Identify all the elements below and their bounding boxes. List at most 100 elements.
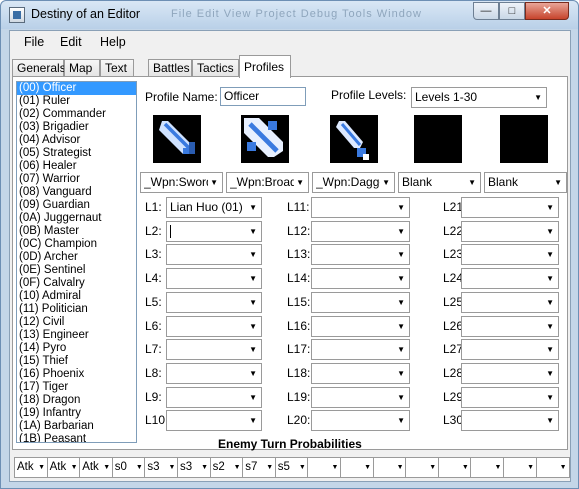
level-select[interactable] [311, 386, 410, 408]
level-select[interactable] [166, 339, 262, 361]
level-select[interactable] [311, 220, 410, 242]
menu-file[interactable]: File [24, 35, 44, 49]
list-item[interactable]: (10) Admiral [17, 290, 136, 303]
list-item[interactable]: (00) Officer [17, 82, 136, 95]
weapon-select[interactable]: _Wpn:Sword [140, 172, 223, 193]
level-select[interactable]: Lian Huo (01) [166, 197, 262, 218]
maximize-button[interactable]: □ [499, 2, 525, 20]
list-item[interactable]: (16) Phoenix [17, 368, 136, 381]
enemy-turn-select[interactable] [405, 457, 440, 478]
enemy-turn-value: s3 [147, 461, 160, 473]
weapon-select[interactable]: Blank [398, 172, 481, 193]
level-select[interactable] [166, 268, 262, 290]
list-item[interactable]: (1A) Barbarian [17, 420, 136, 433]
enemy-turn-select[interactable] [535, 457, 570, 478]
level-select[interactable] [311, 339, 410, 361]
level-select[interactable] [311, 362, 410, 384]
level-select[interactable] [311, 291, 410, 313]
list-item[interactable]: (05) Strategist [17, 147, 136, 160]
list-item[interactable]: (07) Warrior [17, 173, 136, 186]
list-item[interactable]: (06) Healer [17, 160, 136, 173]
profile-name-input[interactable]: Officer [220, 87, 306, 106]
list-item[interactable]: (17) Tiger [17, 381, 136, 394]
enemy-turn-select[interactable]: s7 [242, 457, 277, 478]
list-item[interactable]: (08) Vanguard [17, 186, 136, 199]
tab-map[interactable]: Map [64, 59, 100, 77]
enemy-turn-select[interactable]: s3 [144, 457, 179, 478]
enemy-turn-select[interactable] [372, 457, 407, 478]
list-item[interactable]: (0F) Calvalry [17, 277, 136, 290]
level-label: L20: [287, 413, 311, 428]
level-select[interactable] [461, 410, 559, 432]
close-button[interactable]: ✕ [525, 2, 569, 20]
level-label: L2: [145, 223, 162, 238]
title-bar[interactable]: Destiny of an Editor File Edit View Proj… [1, 1, 578, 29]
tab-text[interactable]: Text [100, 59, 134, 77]
level-select[interactable] [166, 291, 262, 313]
list-item[interactable]: (0C) Champion [17, 238, 136, 251]
tab-battles[interactable]: Battles [148, 59, 192, 77]
level-select[interactable] [311, 197, 410, 218]
enemy-turn-select[interactable]: s0 [111, 457, 146, 478]
level-select[interactable] [461, 386, 559, 408]
list-item[interactable]: (01) Ruler [17, 95, 136, 108]
level-select[interactable] [166, 244, 262, 266]
profile-levels-select[interactable]: Levels 1-30 [411, 87, 547, 108]
weapon-select[interactable]: Blank [484, 172, 567, 193]
level-select[interactable] [311, 410, 410, 432]
list-item[interactable]: (0A) Juggernaut [17, 212, 136, 225]
enemy-turn-select[interactable] [307, 457, 342, 478]
level-select[interactable] [166, 362, 262, 384]
level-select[interactable] [166, 315, 262, 337]
level-label: L4: [145, 271, 162, 286]
enemy-turn-select[interactable]: Atk [46, 457, 81, 478]
list-item[interactable]: (18) Dragon [17, 394, 136, 407]
list-item[interactable]: (11) Politician [17, 303, 136, 316]
tab-tactics[interactable]: Tactics [192, 59, 239, 77]
list-item[interactable]: (0B) Master [17, 225, 136, 238]
officer-list[interactable]: (00) Officer (01) Ruler (02) Commander (03)… [16, 81, 137, 443]
level-select[interactable] [461, 315, 559, 337]
list-item[interactable]: (15) Thief [17, 355, 136, 368]
enemy-turn-select[interactable] [437, 457, 472, 478]
level-select[interactable] [461, 197, 559, 218]
list-item[interactable]: (12) Civil [17, 316, 136, 329]
enemy-turn-select[interactable] [470, 457, 505, 478]
list-item[interactable]: (0D) Archer [17, 251, 136, 264]
enemy-turn-select[interactable]: Atk [14, 457, 48, 478]
list-item[interactable]: (1B) Peasant [17, 433, 136, 442]
level-select[interactable] [166, 386, 262, 408]
level-select[interactable] [461, 339, 559, 361]
list-item[interactable]: (0E) Sentinel [17, 264, 136, 277]
level-select[interactable] [311, 244, 410, 266]
list-item[interactable]: (04) Advisor [17, 134, 136, 147]
level-select[interactable] [461, 291, 559, 313]
enemy-turn-select[interactable]: s3 [177, 457, 211, 478]
level-select[interactable] [166, 410, 262, 432]
menu-edit[interactable]: Edit [60, 35, 82, 49]
level-select[interactable] [461, 220, 559, 242]
level-select[interactable] [311, 268, 410, 290]
list-item[interactable]: (13) Engineer [17, 329, 136, 342]
menu-help[interactable]: Help [100, 35, 126, 49]
tab-generals[interactable]: Generals [12, 59, 66, 77]
list-item[interactable]: (03) Brigadier [17, 121, 136, 134]
tab-profiles[interactable]: Profiles [239, 55, 291, 78]
list-item[interactable]: (14) Pyro [17, 342, 136, 355]
level-select[interactable] [166, 220, 262, 242]
level-select[interactable] [461, 244, 559, 266]
weapon-select[interactable]: _Wpn:Dagge [312, 172, 395, 193]
list-item[interactable]: (02) Commander [17, 108, 136, 121]
enemy-turn-select[interactable]: s2 [209, 457, 244, 478]
enemy-turn-select[interactable]: s5 [274, 457, 309, 478]
minimize-button[interactable]: — [473, 2, 499, 20]
enemy-turn-select[interactable] [503, 457, 537, 478]
enemy-turn-select[interactable]: Atk [79, 457, 114, 478]
level-select[interactable] [461, 268, 559, 290]
level-select[interactable] [461, 362, 559, 384]
weapon-select[interactable]: _Wpn:Broadsw [226, 172, 309, 193]
list-item[interactable]: (09) Guardian [17, 199, 136, 212]
list-item[interactable]: (19) Infantry [17, 407, 136, 420]
enemy-turn-select[interactable] [340, 457, 374, 478]
level-select[interactable] [311, 315, 410, 337]
